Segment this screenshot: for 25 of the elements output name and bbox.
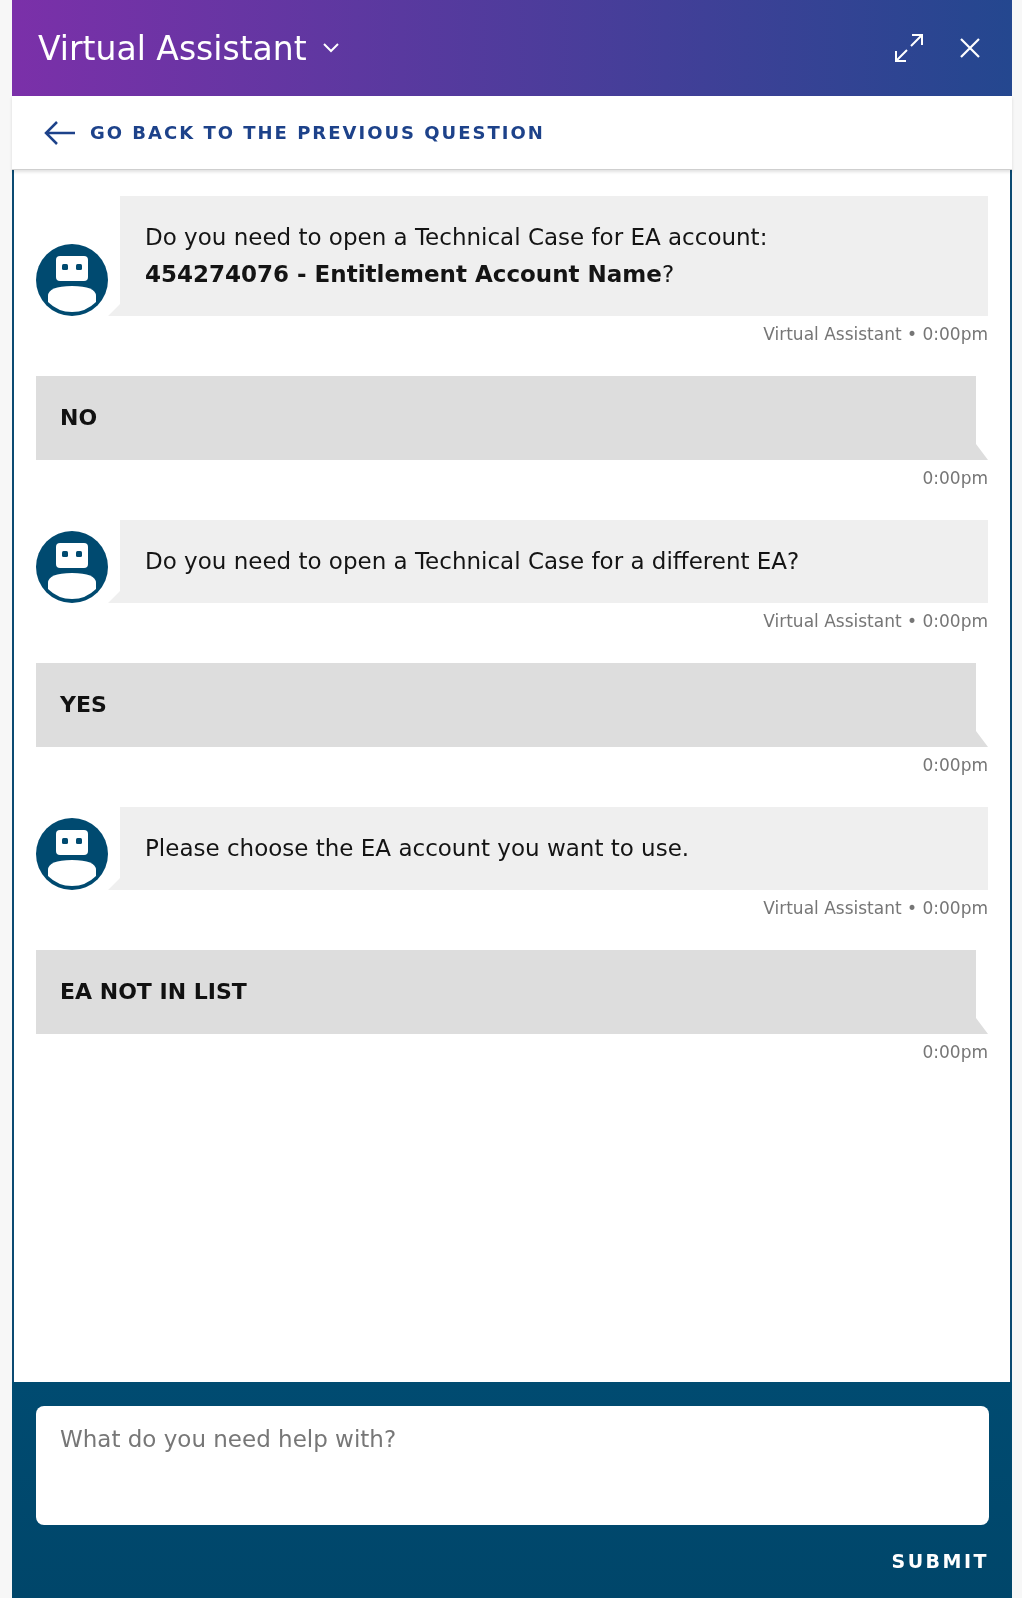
close-button[interactable] xyxy=(960,38,980,58)
message-input[interactable]: What do you need help with? xyxy=(36,1406,989,1525)
submit-button[interactable]: SUBMIT xyxy=(891,1549,989,1573)
bot-message: Do you need to open a Technical Case for a different EA? xyxy=(108,520,988,603)
bot-message: Please choose the EA account you want to use. xyxy=(108,807,988,890)
user-message: EA NOT IN LIST xyxy=(36,950,988,1034)
expand-icon xyxy=(894,33,924,63)
back-link[interactable]: GO BACK TO THE PREVIOUS QUESTION xyxy=(44,119,545,146)
message-meta: 0:00pm xyxy=(922,1041,988,1064)
chevron-down-icon xyxy=(322,43,339,53)
message-meta: Virtual Assistant • 0:00pm xyxy=(763,897,988,920)
bot-message: Do you need to open a Technical Case for EA account: 454274076 - Entitlement Account Name? xyxy=(108,196,988,316)
message-meta: 0:00pm xyxy=(922,754,988,777)
close-icon xyxy=(960,38,980,58)
bot-avatar-icon xyxy=(36,818,108,890)
message-meta: Virtual Assistant • 0:00pm xyxy=(763,323,988,346)
bot-avatar-icon xyxy=(36,244,108,316)
expand-button[interactable] xyxy=(894,33,924,63)
left-arrow-icon xyxy=(44,119,76,146)
message-meta: 0:00pm xyxy=(922,467,988,490)
user-message: YES xyxy=(36,663,988,747)
message-meta: Virtual Assistant • 0:00pm xyxy=(763,610,988,633)
title-dropdown[interactable]: Virtual Assistant xyxy=(38,28,339,68)
user-message: NO xyxy=(36,376,988,460)
bot-avatar-icon xyxy=(36,531,108,603)
